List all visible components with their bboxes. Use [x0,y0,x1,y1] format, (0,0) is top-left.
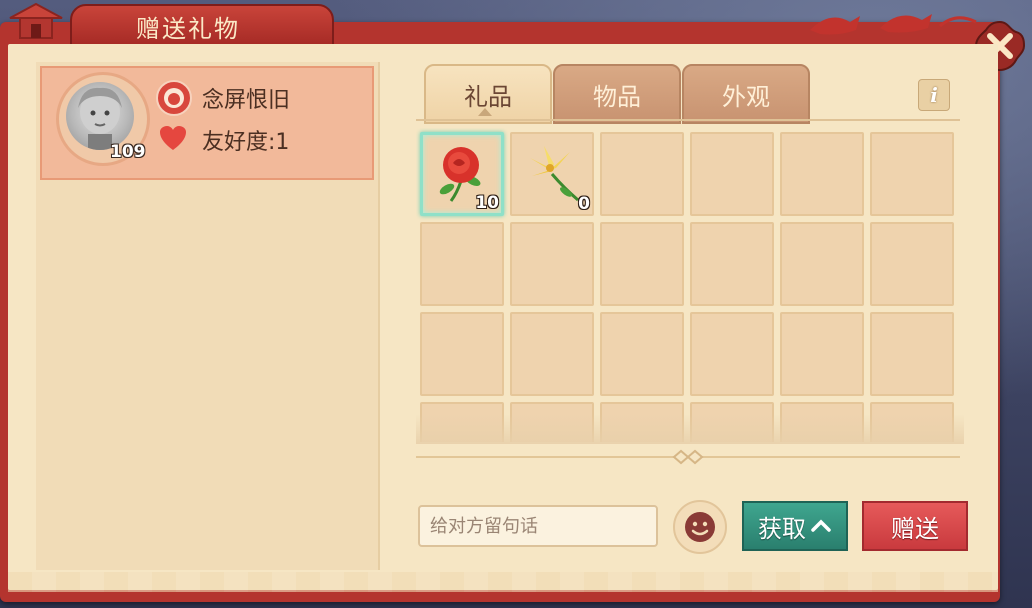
inventory-slot[interactable] [600,312,684,396]
info-button[interactable]: i [918,79,950,111]
player-level: 109 [110,142,146,162]
dialog-title: 赠送礼物 [136,15,240,43]
avatar-portrait-icon [78,87,122,150]
inventory-slot[interactable] [510,312,594,396]
item-grid: 10 0 [416,128,964,442]
get-button[interactable]: 获取 [742,501,848,551]
inventory-slot[interactable] [870,132,954,216]
lily-icon [530,146,579,202]
tabs-divider [416,119,960,121]
lily-item-image [520,140,584,208]
smiley-icon [685,512,715,542]
tab-label: 礼品 [464,82,512,111]
message-input[interactable] [418,505,658,547]
faction-lion-icon [156,80,192,116]
inventory-slot[interactable] [870,312,954,396]
emoji-button[interactable] [673,500,727,554]
inventory-slot[interactable] [510,222,594,306]
inventory-slot[interactable]: 0 [510,132,594,216]
inventory-slot[interactable] [420,312,504,396]
tab-indicator-icon [478,108,492,116]
player-name: 念屏恨旧 [202,88,291,113]
item-count: 10 [475,193,499,213]
get-button-label: 获取 [758,514,806,543]
chevron-up-icon [811,519,831,532]
heart-icon [160,126,186,150]
tab-appearance[interactable]: 外观 [682,64,810,124]
inventory-slot[interactable] [600,222,684,306]
avatar [66,82,134,150]
pavilion-icon [9,2,63,39]
grid-fade-overlay [416,414,964,444]
info-icon: i [930,83,938,107]
friendship-level: 友好度:1 [202,130,290,155]
inventory-slot[interactable] [690,222,774,306]
bottom-decor [8,572,998,592]
gift-button[interactable]: 赠送 [862,501,968,551]
inventory-slot[interactable] [600,132,684,216]
horse-ornament-icon [810,14,977,35]
item-count: 0 [578,194,590,214]
tab-label: 物品 [593,82,641,111]
inventory-slot[interactable] [690,132,774,216]
inventory-slot[interactable] [690,312,774,396]
tab-label: 外观 [722,82,770,111]
diamond-ornament-icon [672,449,704,465]
inventory-slot[interactable] [420,222,504,306]
inventory-slot[interactable]: 10 [420,132,504,216]
inventory-slot[interactable] [780,312,864,396]
inventory-slot[interactable] [780,132,864,216]
inventory-slot[interactable] [780,222,864,306]
tab-items[interactable]: 物品 [553,64,681,124]
inventory-slot[interactable] [870,222,954,306]
gift-button-label: 赠送 [891,514,939,543]
